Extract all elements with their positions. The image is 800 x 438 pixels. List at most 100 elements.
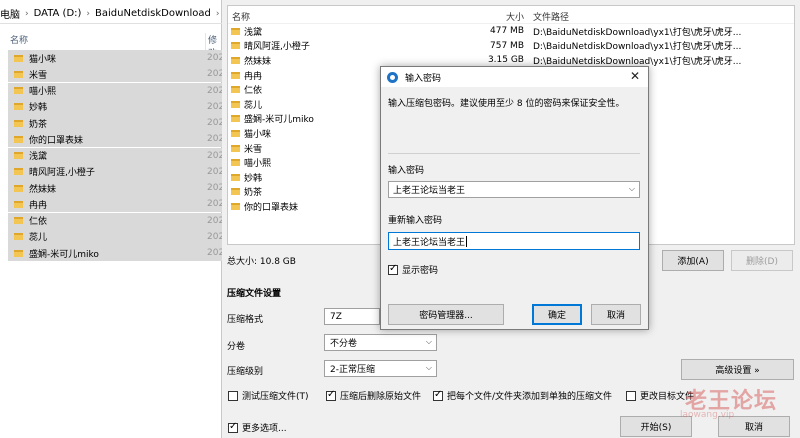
item-name: 浅黛 bbox=[29, 152, 48, 162]
confirm-password-label: 重新输入密码 bbox=[388, 216, 443, 226]
split-label: 分卷 bbox=[227, 342, 246, 352]
list-item[interactable]: 蕊儿 202 bbox=[8, 228, 224, 245]
explorer-window: 电脑 › DATA (D:) › BaiduNetdiskDownload › … bbox=[0, 0, 224, 438]
file-path: D:\BaiduNetdiskDownload\yx1\打包\虎牙\虎牙... bbox=[533, 42, 742, 53]
list-item[interactable]: 仁依 202 bbox=[8, 212, 224, 229]
total-size-label: 总大小: 10.8 GB bbox=[227, 257, 296, 267]
item-name: 喵小熙 bbox=[29, 87, 57, 97]
item-name: 盛娴-米可儿miko bbox=[29, 249, 99, 260]
folder-icon bbox=[14, 70, 23, 78]
dialog-title: 输入密码 bbox=[405, 73, 442, 84]
column-name-header[interactable]: 名称 bbox=[10, 33, 28, 46]
column-size-header[interactable]: 大小 bbox=[506, 10, 524, 23]
change-target-checkbox[interactable]: 更改目标文件 bbox=[626, 389, 694, 402]
folder-icon bbox=[231, 173, 240, 181]
checkbox-label: 把每个文件/文件夹添加到单独的压缩文件 bbox=[447, 392, 613, 402]
file-path: D:\BaiduNetdiskDownload\yx1\打包\虎牙\虎牙... bbox=[533, 27, 742, 38]
folder-icon bbox=[14, 135, 23, 143]
delete-after-checkbox[interactable]: 压缩后删除原始文件 bbox=[326, 389, 421, 402]
folder-icon bbox=[14, 200, 23, 208]
chevron-down-icon[interactable]: ⌵ bbox=[629, 184, 635, 194]
folder-icon bbox=[231, 27, 240, 35]
file-size: 757 MB bbox=[490, 40, 524, 51]
password-dialog: 输入密码 ✕ 输入压缩包密码。建议使用至少 8 位的密码来保证安全性。 输入密码… bbox=[380, 66, 649, 330]
checkbox-box bbox=[388, 263, 398, 275]
breadcrumb-item[interactable]: 电脑 bbox=[0, 6, 20, 21]
password-value: 上老王论坛当老王 bbox=[393, 186, 466, 196]
confirm-password-value: 上老王论坛当老王 bbox=[393, 237, 466, 248]
folder-icon bbox=[231, 115, 240, 123]
format-label: 压缩格式 bbox=[227, 315, 264, 325]
folder-icon bbox=[14, 87, 23, 94]
folder-icon bbox=[231, 159, 240, 167]
folder-icon bbox=[14, 54, 23, 62]
list-item[interactable]: 晴风阿涯,小橙子 202 bbox=[8, 163, 224, 180]
list-item[interactable]: 喵小熙 202 bbox=[8, 82, 224, 99]
divider bbox=[388, 153, 640, 154]
column-path-header[interactable]: 文件路径 bbox=[533, 10, 569, 23]
app-icon bbox=[387, 71, 398, 83]
item-name: 妙韩 bbox=[29, 103, 48, 114]
file-size: 477 MB bbox=[490, 26, 524, 37]
column-name-header[interactable]: 名称 bbox=[232, 10, 250, 23]
split-select[interactable]: 不分卷 ⌵ bbox=[324, 334, 437, 351]
ok-button[interactable]: 确定 bbox=[532, 304, 582, 325]
list-item[interactable]: 米雪 202 bbox=[8, 66, 224, 83]
confirm-password-input[interactable]: 上老王论坛当老王 bbox=[388, 232, 640, 250]
folder-icon bbox=[231, 144, 240, 152]
list-item[interactable]: 奶茶 202 bbox=[8, 115, 224, 131]
item-name: 你的口罩表妹 bbox=[29, 135, 84, 146]
folder-icon bbox=[231, 188, 240, 196]
password-label: 输入密码 bbox=[388, 166, 425, 176]
list-item[interactable]: 你的口罩表妹 202 bbox=[8, 131, 224, 148]
list-item[interactable]: 浅黛 202 bbox=[8, 147, 224, 164]
folder-icon bbox=[231, 100, 240, 108]
checkbox-label: 压缩后删除原始文件 bbox=[340, 392, 422, 402]
table-row[interactable]: 晴风阿涯,小橙子 757 MB D:\BaiduNetdiskDownload\yx… bbox=[228, 39, 794, 54]
separate-archives-checkbox[interactable]: 把每个文件/文件夹添加到单独的压缩文件 bbox=[433, 389, 612, 402]
more-options-checkbox[interactable]: 更多选项... bbox=[228, 421, 287, 434]
item-name: 晴风阿涯,小橙子 bbox=[29, 168, 95, 179]
checkbox-box bbox=[433, 389, 443, 401]
close-icon[interactable]: ✕ bbox=[630, 69, 640, 83]
dialog-description: 输入压缩包密码。建议使用至少 8 位的密码来保证安全性。 bbox=[388, 99, 625, 109]
show-password-checkbox[interactable]: 显示密码 bbox=[388, 263, 438, 276]
table-row[interactable]: 浅黛 477 MB D:\BaiduNetdiskDownload\yx1\打包\虎… bbox=[228, 24, 794, 39]
folder-icon bbox=[231, 71, 240, 79]
checkbox-box bbox=[228, 421, 238, 433]
breadcrumb-chevron-icon: › bbox=[25, 8, 29, 19]
cancel-button[interactable]: 取消 bbox=[591, 304, 641, 325]
list-item[interactable]: 盛娴-米可儿miko 202 bbox=[8, 245, 224, 261]
folder-icon bbox=[231, 42, 240, 50]
folder-icon bbox=[14, 119, 23, 127]
folder-icon bbox=[14, 217, 23, 224]
add-button[interactable]: 添加(A) bbox=[662, 250, 724, 271]
format-select[interactable]: 7Z bbox=[324, 308, 380, 325]
level-select[interactable]: 2-正常压缩 ⌵ bbox=[324, 360, 437, 377]
list-item[interactable]: 然妹妹 202 bbox=[8, 180, 224, 196]
checkbox-label: 测试压缩文件(T) bbox=[242, 392, 309, 402]
delete-button[interactable]: 删除(D) bbox=[731, 250, 793, 271]
list-item[interactable]: 妙韩 202 bbox=[8, 98, 224, 115]
file-list-header: 名称 大小 文件路径 bbox=[228, 6, 794, 24]
advanced-settings-button[interactable]: 高级设置 » bbox=[681, 359, 794, 380]
item-name: 冉冉 bbox=[29, 200, 48, 211]
folder-icon bbox=[14, 233, 23, 241]
item-name: 猫小咪 bbox=[29, 54, 57, 65]
list-item[interactable]: 猫小咪 202 bbox=[8, 50, 224, 66]
breadcrumb-item[interactable]: BaiduNetdiskDownload bbox=[95, 8, 211, 19]
folder-icon bbox=[14, 249, 23, 257]
password-manager-button[interactable]: 密码管理器... bbox=[388, 304, 504, 325]
password-input[interactable]: 上老王论坛当老王 ⌵ bbox=[388, 181, 640, 198]
checkbox-label: 更多选项... bbox=[242, 424, 287, 434]
list-item[interactable]: 冉冉 202 bbox=[8, 196, 224, 213]
dialog-titlebar[interactable]: 输入密码 ✕ bbox=[381, 67, 648, 87]
level-value: 2-正常压缩 bbox=[330, 365, 375, 375]
test-archive-checkbox[interactable]: 测试压缩文件(T) bbox=[228, 389, 309, 402]
explorer-column-header: 名称 修改 bbox=[0, 30, 222, 59]
breadcrumb-item[interactable]: DATA (D:) bbox=[34, 8, 82, 19]
folder-icon bbox=[231, 129, 240, 137]
folder-icon bbox=[231, 56, 240, 64]
checkbox-box bbox=[326, 389, 336, 401]
address-bar[interactable]: 电脑 › DATA (D:) › BaiduNetdiskDownload › … bbox=[0, 4, 222, 24]
